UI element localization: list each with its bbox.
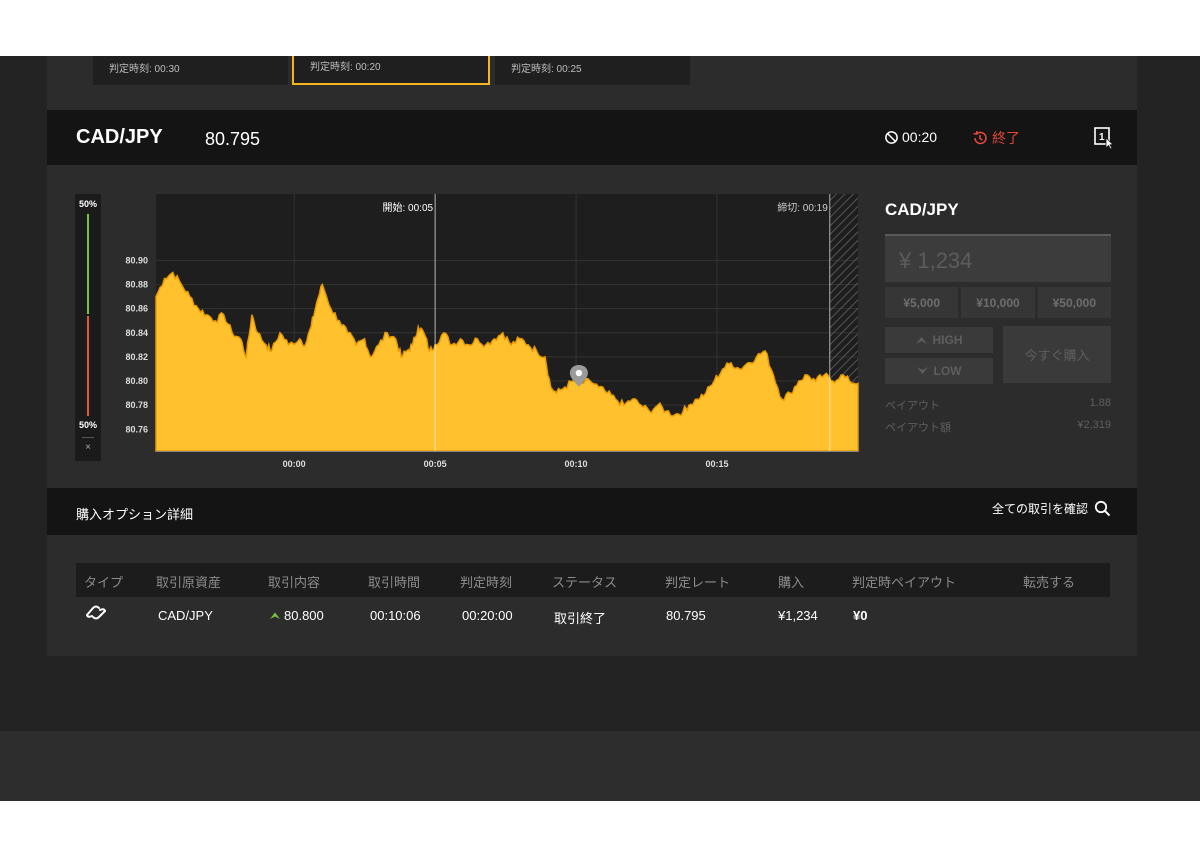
option-card-3[interactable]: 判定時刻: 00:25 (495, 56, 690, 85)
x-tick-label: 00:05 (424, 459, 447, 469)
row-asset: CAD/JPY (158, 608, 213, 623)
option-card-2-selected[interactable]: 判定時刻: 00:20 (292, 56, 490, 85)
row-judge-time: 00:20:00 (462, 608, 513, 623)
low-label: LOW (933, 364, 962, 378)
link-icon (86, 605, 106, 620)
high-button[interactable]: HIGH (885, 327, 993, 353)
col-resell: 転売する (1023, 575, 1076, 590)
end-label: 締切: 00:19 (777, 201, 828, 214)
col-asset: 取引原資産 (156, 575, 222, 590)
amount-input[interactable]: ¥ 1,234 (885, 234, 1111, 282)
asset-header: CAD/JPY 80.795 00:20 終了 1 (47, 110, 1137, 165)
payout-row: ペイアウト 1.88 (885, 397, 1111, 413)
preset-50000-button[interactable]: ¥50,000 (1037, 287, 1111, 318)
col-content: 取引内容 (268, 575, 321, 590)
row-content-value: 80.800 (284, 608, 324, 623)
option-card-label: 判定時刻: 00:20 (310, 62, 381, 73)
row-payout: ¥0 (853, 608, 868, 623)
search-icon (1094, 500, 1111, 517)
y-tick-label: 80.76 (125, 424, 148, 434)
gauge-close-icon[interactable]: × (75, 442, 101, 453)
payout-label: ペイアウト (885, 400, 940, 412)
sentiment-gauge: 50% 50% × (75, 194, 101, 461)
amount-value: ¥ 1,234 (899, 248, 973, 273)
y-tick-label: 80.88 (125, 279, 148, 289)
row-rate: 80.795 (666, 608, 706, 623)
trade-status: 終了 (972, 128, 1020, 148)
start-label: 開始: 00:05 (383, 201, 434, 214)
table-row[interactable]: CAD/JPY 80.800 00:10:06 00:20:00 取引終了 80… (76, 598, 1110, 634)
buy-now-button[interactable]: 今すぐ購入 (1003, 326, 1111, 383)
x-tick-label: 00:15 (706, 459, 729, 469)
row-time: 00:10:06 (370, 608, 421, 623)
gauge-top-pct: 50% (78, 199, 97, 209)
col-type: タイプ (84, 575, 124, 590)
gauge-up-bar (87, 214, 89, 314)
col-rate: 判定レート (665, 575, 731, 590)
details-title: 購入オプション詳細 (76, 507, 194, 522)
y-tick-label: 80.90 (125, 255, 148, 265)
option-card-label: 判定時刻: 00:25 (511, 64, 582, 75)
gauge-bottom-pct: 50% (78, 420, 97, 430)
no-entry-icon (885, 130, 898, 144)
check-all-label: 全ての取引を確認 (991, 502, 1088, 516)
low-button[interactable]: LOW (885, 358, 993, 384)
col-time: 取引時間 (368, 575, 421, 590)
check-all-trades-link[interactable]: 全ての取引を確認 (992, 500, 1111, 517)
trade-status-text: 終了 (992, 130, 1020, 146)
y-tick-label: 80.86 (125, 304, 148, 314)
y-tick-label: 80.82 (125, 352, 148, 362)
countdown-value: 00:20 (902, 129, 938, 145)
arrow-up-icon (270, 612, 280, 619)
y-tick-label: 80.80 (125, 376, 148, 386)
select-cursor-icon[interactable]: 1 (1093, 126, 1115, 150)
gauge-divider (82, 437, 94, 438)
preset-5000-button[interactable]: ¥5,000 (885, 287, 959, 318)
col-judge-time: 判定時刻 (460, 575, 513, 590)
y-tick-label: 80.78 (125, 400, 148, 410)
option-card-label: 判定時刻: 00:30 (109, 64, 180, 75)
arrow-up-icon (915, 337, 927, 344)
asset-pair: CAD/JPY (76, 126, 163, 148)
payout-value: 1.88 (1089, 397, 1111, 409)
high-label: HIGH (932, 333, 963, 347)
payout-amount-row: ペイアウト額 ¥2,319 (885, 419, 1111, 435)
gauge-down-bar (87, 316, 89, 416)
x-tick-label: 00:10 (565, 459, 588, 469)
countdown: 00:20 (884, 129, 937, 145)
details-bar: 購入オプション詳細 全ての取引を確認 (47, 488, 1137, 535)
row-content: 80.800 (270, 608, 324, 623)
y-tick-label: 80.84 (125, 328, 148, 338)
row-status: 取引終了 (554, 611, 607, 626)
trade-panel-title: CAD/JPY (885, 200, 959, 219)
payout-amount-value: ¥2,319 (1077, 419, 1111, 431)
x-tick-label: 00:00 (283, 459, 306, 469)
preset-10000-button[interactable]: ¥10,000 (961, 287, 1035, 318)
footer-band (0, 731, 1200, 801)
table-header: タイプ 取引原資産 取引内容 取引時間 判定時刻 ステータス 判定レート 購入 … (76, 563, 1110, 597)
col-payout: 判定時ペイアウト (852, 575, 957, 590)
arrow-down-icon (916, 367, 928, 374)
history-icon (973, 130, 987, 145)
row-purchase: ¥1,234 (778, 608, 818, 623)
col-status: ステータス (552, 575, 618, 590)
col-purchase: 購入 (778, 575, 805, 590)
current-price: 80.795 (205, 129, 261, 149)
svg-text:1: 1 (1099, 132, 1105, 143)
payout-amount-label: ペイアウト額 (885, 422, 951, 434)
option-card-1[interactable]: 判定時刻: 00:30 (93, 56, 288, 85)
price-chart: 開始: 00:05 締切: 00:19 80.90 80.88 80.86 80.84… (125, 194, 859, 469)
amount-presets: ¥5,000 ¥10,000 ¥50,000 (885, 287, 1111, 318)
